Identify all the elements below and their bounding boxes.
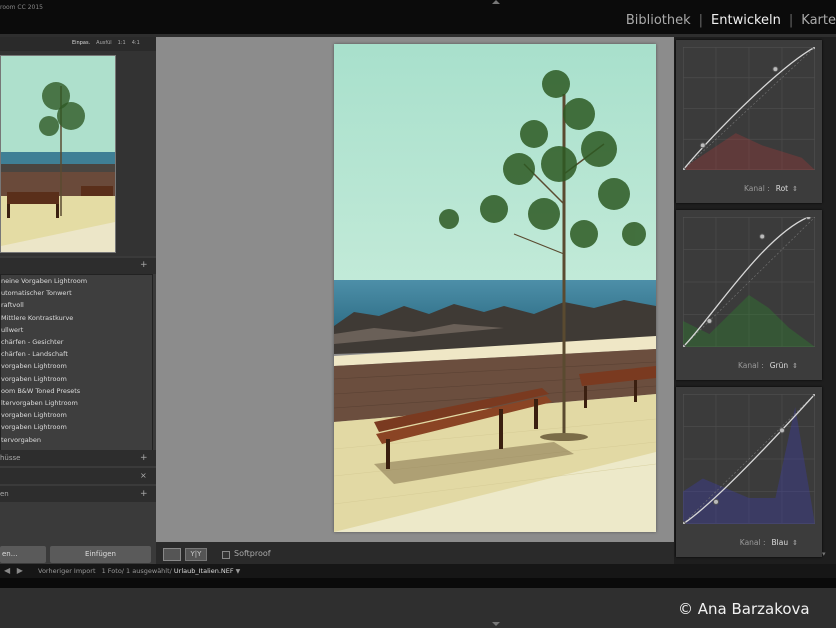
preset-item[interactable]: vorgaben Lightroom: [1, 423, 67, 431]
arrow-right-icon[interactable]: ▶: [17, 566, 23, 575]
preset-item[interactable]: utomatischer Tonwert: [1, 289, 72, 297]
zoom-4-1[interactable]: 4:1: [132, 40, 140, 46]
curve-control-point[interactable]: [713, 498, 719, 505]
channel-selector[interactable]: Kanal : Rot ⇕: [744, 184, 798, 193]
channel-value[interactable]: Rot: [776, 184, 788, 193]
channel-label: Kanal :: [737, 361, 764, 370]
preset-item[interactable]: vorgaben Lightroom: [1, 362, 67, 370]
chevron-updown-icon[interactable]: ⇕: [792, 539, 798, 547]
channel-value[interactable]: Blau: [772, 538, 789, 547]
softproof-checkbox[interactable]: [222, 551, 230, 559]
zoom-fill[interactable]: Ausfül: [96, 40, 112, 46]
loupe-view-button[interactable]: [163, 548, 181, 561]
channel-value[interactable]: Grün: [770, 361, 788, 370]
tone-curve-graph[interactable]: [683, 47, 815, 170]
module-picker: Bibliothek | Entwickeln | Karte: [626, 13, 836, 28]
main-photo[interactable]: [334, 44, 656, 532]
module-separator: |: [788, 13, 794, 28]
add-collection-icon[interactable]: +: [140, 489, 148, 499]
zoom-fit[interactable]: Einpas.: [72, 40, 90, 46]
app-title: room CC 2015: [0, 4, 43, 11]
snapshots-header[interactable]: +: [0, 450, 156, 466]
tone-curve-panel: Kanal : Blau ⇕: [676, 387, 822, 557]
softproof-label: Softproof: [234, 549, 271, 558]
presets-header[interactable]: +: [0, 258, 156, 274]
channel-selector[interactable]: Kanal : Blau ⇕: [740, 538, 798, 547]
chevron-down-icon[interactable]: ▼: [236, 568, 241, 575]
tone-curve-panel: Kanal : Grün ⇕: [676, 210, 822, 380]
clear-history-icon[interactable]: ×: [140, 471, 147, 480]
collections-label: en: [0, 490, 9, 498]
preset-item[interactable]: vorgaben Lightroom: [1, 375, 67, 383]
bottom-panel-toggle-icon[interactable]: [492, 622, 500, 626]
curve-control-point[interactable]: [706, 318, 713, 324]
preset-item[interactable]: Mittlere Kontrastkurve: [1, 314, 73, 322]
channel-selector[interactable]: Kanal : Grün ⇕: [738, 361, 798, 370]
add-preset-icon[interactable]: +: [140, 260, 148, 270]
filmstrip-divider: [0, 578, 836, 588]
module-bibliothek[interactable]: Bibliothek: [626, 13, 691, 28]
filmstrip-info: Vorheriger Import 1 Foto/ 1 ausgewählt/ …: [38, 567, 240, 575]
curve-control-point[interactable]: [805, 217, 812, 220]
preset-item[interactable]: chärfen - Gesichter: [1, 338, 63, 346]
preset-item[interactable]: oom B&W Toned Presets: [1, 387, 80, 395]
module-separator: |: [698, 13, 704, 28]
curve-control-point[interactable]: [759, 233, 766, 240]
preset-item[interactable]: neine Vorgaben Lightroom: [1, 277, 87, 285]
filmstrip-nav: ◀ ▶: [4, 566, 23, 575]
filmstrip-filename[interactable]: Urlaub_Italien.NEF: [174, 567, 234, 575]
paste-button[interactable]: Einfügen: [50, 546, 151, 563]
before-after-button[interactable]: Y|Y: [185, 548, 207, 561]
preset-item[interactable]: ullwert: [1, 326, 23, 334]
add-snapshot-icon[interactable]: +: [140, 453, 148, 463]
presets-list: neine Vorgaben Lightroom utomatischer Ton…: [0, 274, 153, 452]
tone-curve-graph[interactable]: [683, 394, 815, 524]
tone-curve-graph[interactable]: [683, 217, 815, 347]
photo-image: [334, 44, 656, 532]
tone-curve-panel: Kanal : Rot ⇕: [676, 40, 822, 203]
curve-control-point[interactable]: [772, 66, 779, 73]
photo-credit: © Ana Barzakova: [678, 600, 810, 618]
collections-header[interactable]: +: [0, 486, 156, 502]
chevron-updown-icon[interactable]: ⇕: [792, 362, 798, 370]
snapshots-label: hüsse: [0, 454, 21, 462]
preset-item[interactable]: ltervorgaben Lightroom: [1, 399, 78, 407]
history-header[interactable]: ×: [0, 468, 156, 484]
filmstrip-source[interactable]: Vorheriger Import: [38, 567, 96, 575]
copy-button[interactable]: en...: [0, 546, 46, 563]
preset-item[interactable]: tervorgaben: [1, 436, 41, 444]
preset-item[interactable]: vorgaben Lightroom: [1, 411, 67, 419]
module-karte[interactable]: Karte: [801, 13, 836, 28]
navigator-thumbnail-image: [1, 56, 115, 252]
zoom-1-1[interactable]: 1:1: [118, 40, 126, 46]
module-entwickeln[interactable]: Entwickeln: [711, 13, 781, 28]
navigator-zoom-options: Einpas. Ausfül 1:1 4:1: [72, 40, 146, 46]
preset-item[interactable]: chärfen - Landschaft: [1, 350, 68, 358]
channel-label: Kanal :: [739, 538, 766, 547]
navigator-preview[interactable]: [0, 55, 116, 253]
arrow-left-icon[interactable]: ◀: [4, 566, 10, 575]
right-panel-collapse-icon[interactable]: ▾: [822, 550, 826, 558]
curve-control-point[interactable]: [699, 142, 706, 149]
chevron-updown-icon[interactable]: ⇕: [792, 185, 798, 193]
top-panel-toggle-icon[interactable]: [492, 0, 500, 4]
filmstrip-count: 1 Foto/ 1 ausgewählt/: [101, 567, 172, 575]
preset-item[interactable]: raftvoll: [1, 301, 24, 309]
curve-control-point[interactable]: [779, 427, 785, 434]
channel-label: Kanal :: [743, 184, 770, 193]
